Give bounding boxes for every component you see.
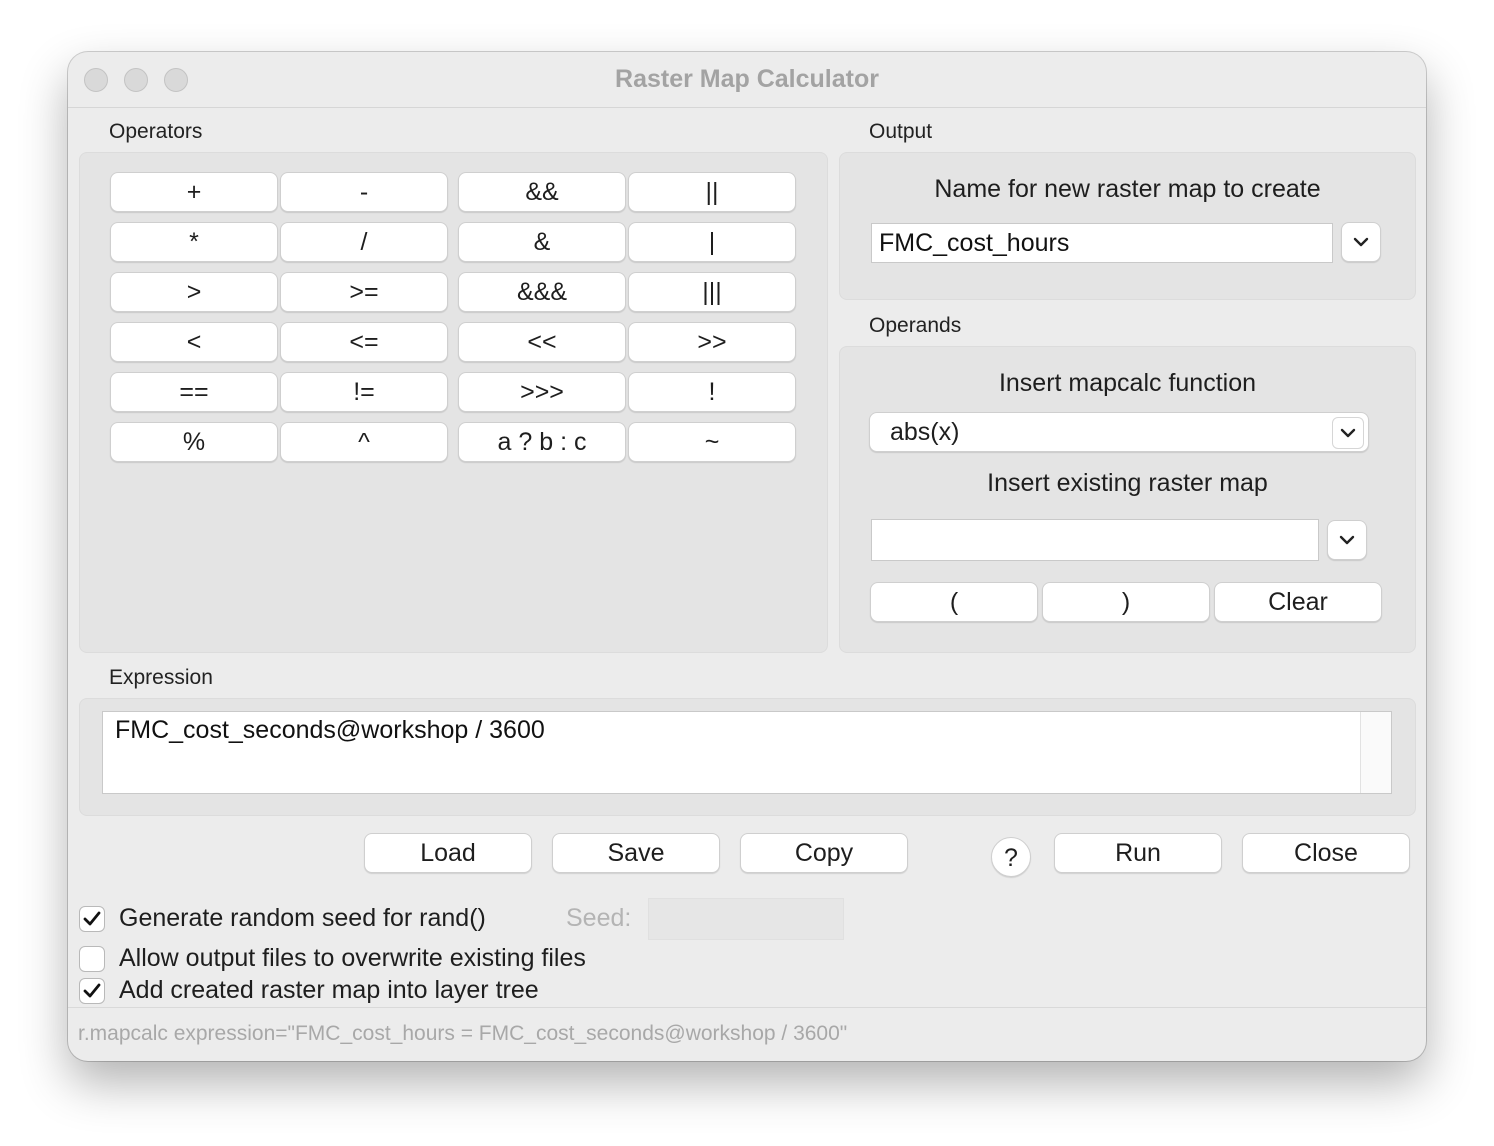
operator-button[interactable]: %: [110, 422, 278, 462]
operators-grid: + - && || * / & | > >= &&& ||| < <= << >> == != >>>!% ^ a ? …: [110, 172, 796, 462]
copy-button[interactable]: Copy: [740, 833, 908, 873]
operator-button[interactable]: ||: [628, 172, 796, 212]
operator-button[interactable]: <=: [280, 322, 448, 362]
expression-text: FMC_cost_seconds@workshop / 3600: [115, 716, 545, 744]
overwrite-checkbox[interactable]: [79, 946, 105, 972]
clear-button[interactable]: Clear: [1214, 582, 1382, 622]
output-name-input[interactable]: FMC_cost_hours: [871, 223, 1333, 263]
output-label: Output: [869, 120, 933, 143]
close-button[interactable]: Close: [1242, 833, 1410, 873]
operator-button[interactable]: -: [280, 172, 448, 212]
seed-label: Seed:: [566, 904, 632, 932]
help-button[interactable]: ?: [991, 837, 1031, 877]
add-layer-label: Add created raster map into layer tree: [119, 976, 539, 1004]
output-name-label: Name for new raster map to create: [934, 175, 1321, 203]
existing-raster-input[interactable]: [871, 519, 1319, 561]
command-preview: r.mapcalc expression="FMC_cost_hours = F…: [78, 1022, 848, 1045]
operator-button[interactable]: &&: [458, 172, 626, 212]
chevron-down-icon: [1332, 417, 1364, 449]
checkmark-icon: [83, 983, 101, 998]
title-bar: Raster Map Calculator: [68, 52, 1426, 108]
operator-button[interactable]: ^: [280, 422, 448, 462]
seed-input[interactable]: [648, 898, 844, 940]
expression-label: Expression: [109, 666, 213, 689]
operator-button[interactable]: >>: [628, 322, 796, 362]
existing-raster-dropdown-button[interactable]: [1327, 520, 1367, 560]
operator-button[interactable]: >=: [280, 272, 448, 312]
chevron-down-icon: [1353, 237, 1369, 247]
operator-button[interactable]: *: [110, 222, 278, 262]
operator-button[interactable]: >>>: [458, 372, 626, 412]
operator-button[interactable]: ==: [110, 372, 278, 412]
operators-label: Operators: [109, 120, 203, 143]
chevron-down-icon: [1339, 535, 1355, 545]
random-seed-label: Generate random seed for rand(): [119, 904, 486, 932]
expression-scrollbar[interactable]: [1360, 712, 1391, 793]
load-button[interactable]: Load: [364, 833, 532, 873]
save-button[interactable]: Save: [552, 833, 720, 873]
window-title: Raster Map Calculator: [615, 65, 879, 93]
close-paren-button[interactable]: ): [1042, 582, 1210, 622]
operands-label: Operands: [869, 314, 962, 337]
operator-button[interactable]: a ? b : c: [458, 422, 626, 462]
mapcalc-function-value: abs(x): [890, 418, 960, 446]
overwrite-label: Allow output files to overwrite existing…: [119, 944, 586, 972]
mapcalc-function-label: Insert mapcalc function: [998, 369, 1257, 397]
operator-button[interactable]: &: [458, 222, 626, 262]
operator-button[interactable]: &&&: [458, 272, 626, 312]
operator-button[interactable]: !: [628, 372, 796, 412]
operator-button[interactable]: <<: [458, 322, 626, 362]
operator-button[interactable]: |: [628, 222, 796, 262]
open-paren-button[interactable]: (: [870, 582, 1038, 622]
operator-button[interactable]: ~: [628, 422, 796, 462]
operator-button[interactable]: +: [110, 172, 278, 212]
status-bar: r.mapcalc expression="FMC_cost_hours = F…: [68, 1007, 1426, 1061]
run-button[interactable]: Run: [1054, 833, 1222, 873]
operator-button[interactable]: <: [110, 322, 278, 362]
add-layer-checkbox[interactable]: [79, 978, 105, 1004]
operator-button[interactable]: !=: [280, 372, 448, 412]
checkmark-icon: [83, 911, 101, 926]
random-seed-checkbox[interactable]: [79, 906, 105, 932]
output-name-dropdown-button[interactable]: [1341, 222, 1381, 262]
operator-button[interactable]: >: [110, 272, 278, 312]
mapcalc-function-select[interactable]: abs(x): [869, 412, 1369, 452]
existing-raster-label: Insert existing raster map: [987, 469, 1268, 497]
expression-textarea[interactable]: FMC_cost_seconds@workshop / 3600: [102, 711, 1392, 794]
operator-button[interactable]: |||: [628, 272, 796, 312]
operator-button[interactable]: /: [280, 222, 448, 262]
